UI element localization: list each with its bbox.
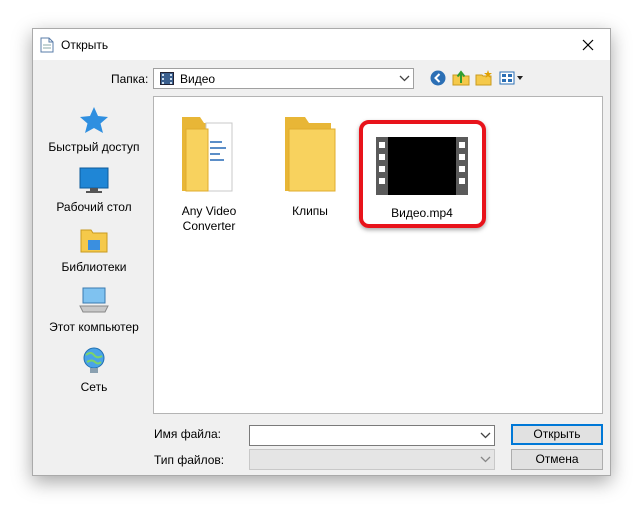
title-bar: Открыть <box>33 29 610 60</box>
chevron-down-icon <box>480 456 491 463</box>
filetype-label: Тип файлов: <box>154 453 225 467</box>
view-menu-icon <box>499 71 523 85</box>
place-this-pc[interactable]: Этот компьютер <box>39 286 149 334</box>
document-icon <box>40 37 54 53</box>
folder-icon <box>285 117 336 192</box>
libraries-icon <box>80 229 108 253</box>
file-label: Any Video Converter <box>181 204 237 233</box>
place-network[interactable]: Сеть <box>39 346 149 394</box>
star-icon <box>80 107 108 133</box>
filetype-select[interactable] <box>249 449 495 470</box>
up-folder-icon <box>452 70 470 86</box>
new-folder-icon <box>475 70 492 86</box>
new-folder-button[interactable] <box>475 69 493 87</box>
place-quick-access[interactable]: Быстрый доступ <box>39 106 149 154</box>
file-label: Видео.mp4 <box>391 206 453 220</box>
close-icon <box>582 39 594 50</box>
folder-with-content-icon <box>182 117 233 192</box>
list-item-clips[interactable]: Клипы <box>260 111 360 219</box>
lookin-label: Папка: <box>111 72 149 86</box>
window-title: Открыть <box>61 38 109 52</box>
up-folder-button[interactable] <box>452 69 470 87</box>
video-folder-icon <box>160 72 174 85</box>
cancel-button[interactable]: Отмена <box>511 449 603 470</box>
back-button[interactable] <box>429 69 447 87</box>
list-item-any-video-converter[interactable]: Any Video Converter <box>159 111 259 234</box>
lookin-dropdown[interactable]: Видео <box>153 68 414 89</box>
open-file-dialog: Открыть Папка: Видео Быстрый доступ Рабо… <box>32 28 611 476</box>
chevron-down-icon <box>399 75 410 82</box>
filename-input[interactable] <box>249 425 495 446</box>
place-libraries[interactable]: Библиотеки <box>39 226 149 274</box>
desktop-icon <box>79 167 109 193</box>
computer-icon <box>79 287 109 313</box>
close-button[interactable] <box>566 29 610 60</box>
back-arrow-icon <box>430 70 446 86</box>
list-item-video-mp4[interactable]: Видео.mp4 <box>372 135 472 221</box>
file-list[interactable]: Any Video Converter Клипы Видео.mp4 <box>153 96 603 414</box>
chevron-down-icon[interactable] <box>480 431 491 439</box>
places-bar: Быстрый доступ Рабочий стол Библиотеки Э… <box>39 96 149 414</box>
file-label: Клипы <box>292 204 328 218</box>
network-icon <box>83 347 105 373</box>
view-menu-button[interactable] <box>499 69 525 87</box>
video-file-icon <box>376 137 468 195</box>
open-button[interactable]: Открыть <box>511 424 603 445</box>
filename-label: Имя файла: <box>154 427 221 441</box>
lookin-value: Видео <box>180 72 216 86</box>
place-desktop[interactable]: Рабочий стол <box>39 166 149 214</box>
